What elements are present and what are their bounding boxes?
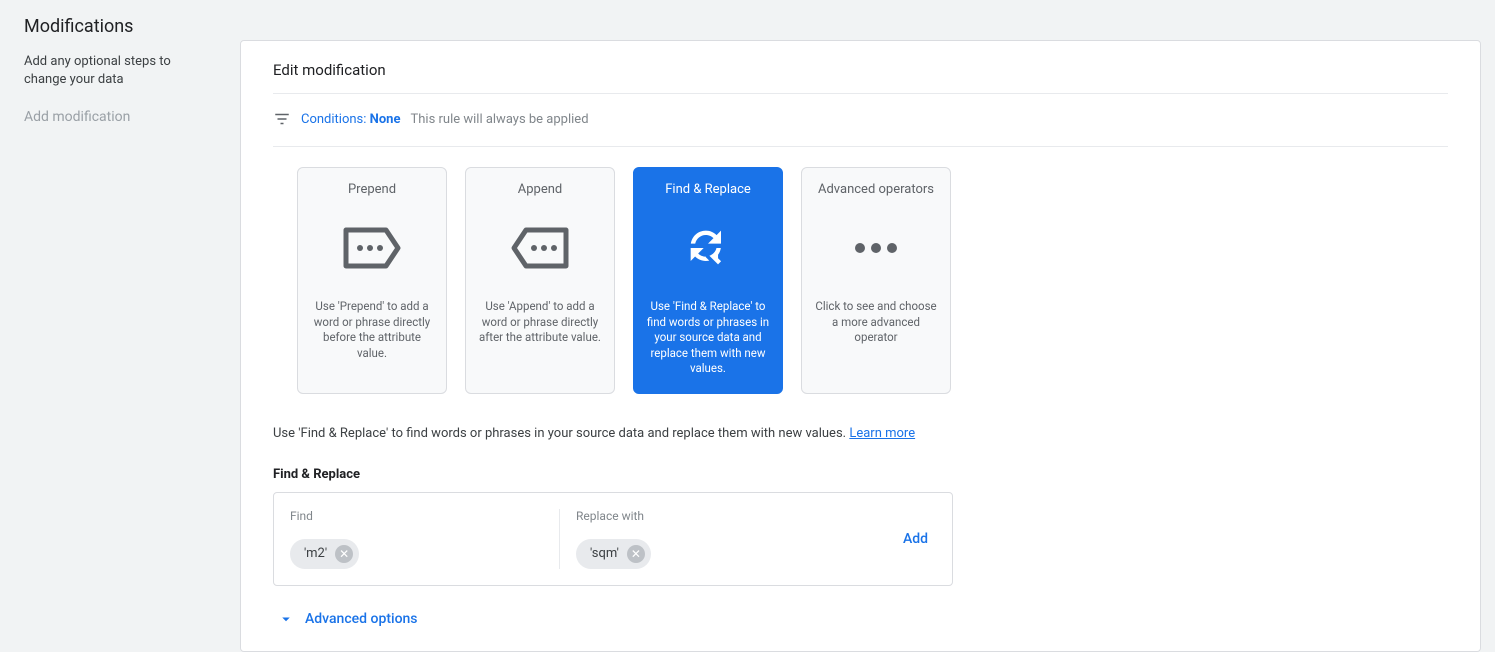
remove-chip-icon[interactable]: ✕ [627,545,645,563]
find-replace-icon [682,213,734,283]
replace-label: Replace with [576,509,814,523]
card-title: Find & Replace [665,182,751,197]
edit-modification-title: Edit modification [273,61,1448,79]
replace-chip[interactable]: 'sqm' ✕ [576,539,651,569]
more-icon [855,213,897,283]
helper-text-content: Use 'Find & Replace' to find words or ph… [273,426,846,441]
card-title: Prepend [348,182,396,197]
conditions-row[interactable]: Conditions: None This rule will always b… [273,110,1448,128]
card-append[interactable]: Append Use 'Append' to add a word or phr… [465,167,615,394]
find-chip-text: 'm2' [304,546,327,561]
chevron-down-icon [277,610,295,628]
card-description: Use 'Find & Replace' to find words or ph… [644,299,772,377]
card-description: Use 'Prepend' to add a word or phrase di… [308,299,436,361]
card-description: Click to see and choose a more advanced … [812,299,940,346]
sidebar-description: Add any optional steps to change your da… [24,53,216,89]
conditions-link[interactable]: Conditions: None [301,112,400,127]
helper-text: Use 'Find & Replace' to find words or ph… [273,426,1448,441]
card-prepend[interactable]: Prepend Use 'Prepend' to add a word or p… [297,167,447,394]
remove-chip-icon[interactable]: ✕ [335,545,353,563]
card-description: Use 'Append' to add a word or phrase dir… [476,299,604,346]
add-modification-link[interactable]: Add modification [24,109,216,125]
conditions-value: None [370,112,401,127]
add-button[interactable]: Add [903,531,936,547]
conditions-prefix: Conditions: [301,112,366,127]
sidebar-title: Modifications [24,16,216,37]
advanced-options-label: Advanced options [305,611,418,627]
find-replace-heading: Find & Replace [273,467,1448,482]
find-replace-box: Find 'm2' ✕ Replace with 'sqm' ✕ Add [273,492,953,586]
card-find-replace[interactable]: Find & Replace Use 'Find & Replace' to f… [633,167,783,394]
divider [273,146,1448,147]
main-panel: Edit modification Conditions: None This … [240,40,1481,652]
append-icon [510,213,570,283]
card-title: Append [518,182,562,197]
card-title: Advanced operators [818,182,934,197]
replace-column: Replace with 'sqm' ✕ [560,509,830,569]
sidebar: Modifications Add any optional steps to … [0,0,240,652]
learn-more-link[interactable]: Learn more [849,426,915,441]
card-advanced-operators[interactable]: Advanced operators Click to see and choo… [801,167,951,394]
conditions-note: This rule will always be applied [410,112,588,127]
find-column: Find 'm2' ✕ [290,509,560,569]
replace-chip-text: 'sqm' [590,546,619,561]
filter-icon [273,110,291,128]
operator-cards-row: Prepend Use 'Prepend' to add a word or p… [297,167,1448,394]
find-label: Find [290,509,543,523]
find-chip[interactable]: 'm2' ✕ [290,539,359,569]
divider [273,93,1448,94]
prepend-icon [342,213,402,283]
advanced-options-toggle[interactable]: Advanced options [277,610,1448,628]
